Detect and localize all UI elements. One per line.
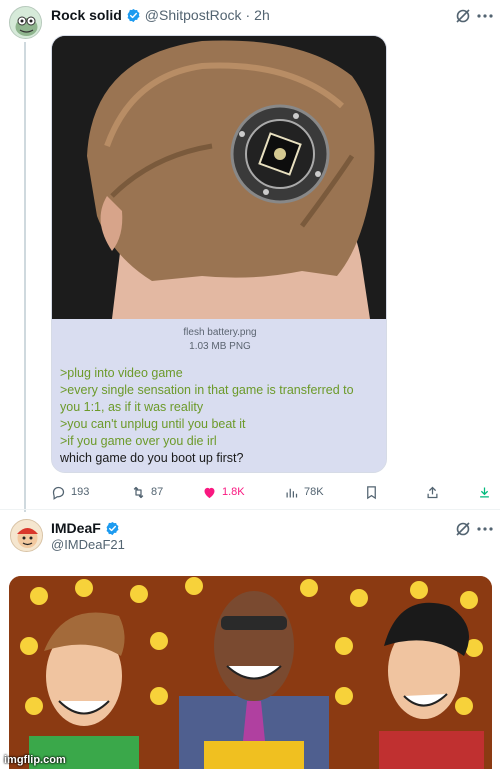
grok-icon[interactable] [455, 521, 471, 537]
file-name[interactable]: flesh battery.png [52, 327, 386, 338]
like-count: 1.8K [222, 486, 245, 498]
avatar[interactable] [9, 6, 42, 39]
tweet-header: IMDeaF [51, 519, 120, 537]
reply-icon [52, 486, 65, 500]
views-icon [286, 488, 298, 497]
reply-button[interactable]: 193 [51, 482, 89, 502]
user-handle[interactable]: @IMDeaF21 [51, 537, 125, 552]
download-icon [480, 487, 489, 497]
attached-post-card[interactable]: flesh battery.png 1.03 MB PNG >plug into… [51, 35, 387, 473]
question-line: which game do you boot up first? [60, 451, 244, 465]
more-options-icon[interactable] [476, 8, 494, 24]
greentext-line: >you can't unplug until you beat it [60, 417, 246, 431]
more-options-icon[interactable] [476, 521, 494, 537]
greentext-line: >plug into video game [60, 366, 183, 380]
retweet-icon [133, 486, 144, 498]
tweet-divider [0, 509, 500, 510]
tweet-actions-bar: 193 87 1.8K 78K [51, 482, 491, 502]
imgflip-watermark: imgflip.com [4, 754, 66, 766]
post-image[interactable] [52, 36, 386, 319]
post-body: >plug into video game >every single sens… [60, 365, 380, 467]
verified-badge-icon [106, 521, 119, 535]
bookmark-button[interactable] [364, 482, 379, 502]
timestamp[interactable]: 2h [254, 7, 270, 23]
greentext-line: >if you game over you die irl [60, 434, 217, 448]
display-name[interactable]: Rock solid [51, 7, 122, 23]
reply-count: 193 [71, 486, 90, 498]
thread-connector-line [24, 42, 26, 512]
greentext-line: you 1:1, as if it was reality [60, 400, 204, 414]
views-button[interactable]: 78K [284, 482, 324, 502]
share-button[interactable] [425, 482, 440, 502]
heart-icon [204, 487, 215, 498]
post-text-panel: flesh battery.png 1.03 MB PNG >plug into… [52, 319, 386, 472]
file-meta: 1.03 MB PNG [189, 341, 251, 352]
retweet-count: 87 [151, 486, 164, 498]
grok-icon[interactable] [455, 8, 471, 24]
retweet-button[interactable]: 87 [131, 482, 163, 502]
bookmark-icon [367, 485, 376, 499]
display-name[interactable]: IMDeaF [51, 520, 101, 536]
view-count: 78K [304, 486, 324, 498]
download-button[interactable] [477, 482, 492, 502]
greentext-line: >every single sensation in that game is … [60, 383, 354, 397]
tweet-header: Rock solid @ShitpostRock · 2h [51, 6, 270, 24]
reply-image[interactable] [9, 576, 492, 769]
separator-dot: · [245, 7, 251, 23]
verified-badge-icon [127, 8, 140, 22]
tweet-1: Rock solid @ShitpostRock · 2h flesh batt… [0, 0, 500, 512]
like-button[interactable]: 1.8K [202, 482, 245, 502]
avatar[interactable] [10, 519, 43, 552]
user-handle[interactable]: @ShitpostRock [145, 7, 242, 23]
share-icon [427, 486, 438, 498]
